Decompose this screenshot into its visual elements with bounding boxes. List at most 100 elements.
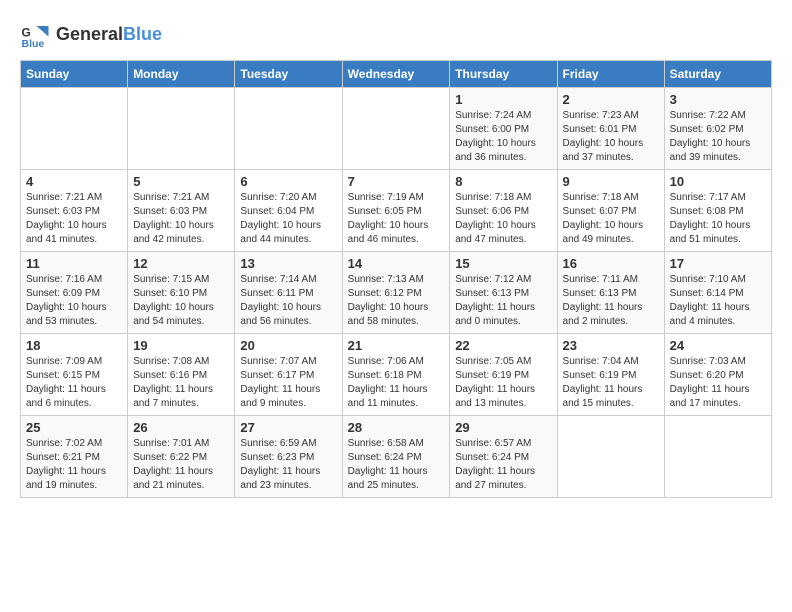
header-tuesday: Tuesday: [235, 61, 342, 88]
calendar-cell: 24 Sunrise: 7:03 AM Sunset: 6:20 PM Dayli…: [664, 334, 771, 416]
day-info: Sunrise: 7:07 AM Sunset: 6:17 PM Dayligh…: [240, 355, 336, 411]
logo-name: GeneralBlue: [56, 25, 162, 45]
day-number: 4: [26, 174, 122, 189]
day-info: Sunrise: 7:19 AM Sunset: 6:05 PM Dayligh…: [348, 191, 445, 247]
day-info: Sunrise: 6:59 AM Sunset: 6:23 PM Dayligh…: [240, 437, 336, 493]
day-info: Sunrise: 7:04 AM Sunset: 6:19 PM Dayligh…: [563, 355, 659, 411]
calendar-header-row: SundayMondayTuesdayWednesdayThursdayFrid…: [21, 61, 772, 88]
day-info: Sunrise: 7:09 AM Sunset: 6:15 PM Dayligh…: [26, 355, 122, 411]
calendar-cell: 15 Sunrise: 7:12 AM Sunset: 6:13 PM Dayli…: [450, 252, 557, 334]
day-info: Sunrise: 7:02 AM Sunset: 6:21 PM Dayligh…: [26, 437, 122, 493]
day-info: Sunrise: 7:21 AM Sunset: 6:03 PM Dayligh…: [133, 191, 229, 247]
header-saturday: Saturday: [664, 61, 771, 88]
day-number: 21: [348, 338, 445, 353]
day-info: Sunrise: 7:22 AM Sunset: 6:02 PM Dayligh…: [670, 109, 766, 165]
calendar-week-row: 11Sunrise: 7:16 AM Sunset: 6:09 PM Dayli…: [21, 252, 772, 334]
calendar-cell: 6 Sunrise: 7:20 AM Sunset: 6:04 PM Daylig…: [235, 170, 342, 252]
day-number: 27: [240, 420, 336, 435]
calendar-cell: [342, 88, 450, 170]
calendar-week-row: 25 Sunrise: 7:02 AM Sunset: 6:21 PM Dayli…: [21, 416, 772, 498]
calendar-cell: 12 Sunrise: 7:15 AM Sunset: 6:10 PM Dayli…: [128, 252, 235, 334]
logo-icon: G Blue: [20, 20, 50, 50]
calendar-cell: 3Sunrise: 7:22 AM Sunset: 6:02 PM Daylig…: [664, 88, 771, 170]
svg-text:Blue: Blue: [22, 38, 45, 50]
header-monday: Monday: [128, 61, 235, 88]
day-number: 19: [133, 338, 229, 353]
calendar-cell: 4 Sunrise: 7:21 AM Sunset: 6:03 PM Daylig…: [21, 170, 128, 252]
day-number: 23: [563, 338, 659, 353]
page-header: G Blue GeneralBlue: [20, 20, 772, 50]
day-info: Sunrise: 7:13 AM Sunset: 6:12 PM Dayligh…: [348, 273, 445, 329]
calendar-cell: [235, 88, 342, 170]
day-number: 25: [26, 420, 122, 435]
day-info: Sunrise: 7:01 AM Sunset: 6:22 PM Dayligh…: [133, 437, 229, 493]
day-number: 7: [348, 174, 445, 189]
day-number: 12: [133, 256, 229, 271]
day-number: 10: [670, 174, 766, 189]
calendar-cell: 7 Sunrise: 7:19 AM Sunset: 6:05 PM Daylig…: [342, 170, 450, 252]
day-number: 15: [455, 256, 551, 271]
calendar-table: SundayMondayTuesdayWednesdayThursdayFrid…: [20, 60, 772, 498]
day-number: 5: [133, 174, 229, 189]
calendar-week-row: 1 Sunrise: 7:24 AM Sunset: 6:00 PM Daylig…: [21, 88, 772, 170]
day-number: 26: [133, 420, 229, 435]
calendar-cell: 10 Sunrise: 7:17 AM Sunset: 6:08 PM Dayli…: [664, 170, 771, 252]
calendar-cell: [664, 416, 771, 498]
calendar-cell: 11Sunrise: 7:16 AM Sunset: 6:09 PM Dayli…: [21, 252, 128, 334]
day-number: 8: [455, 174, 551, 189]
logo: G Blue GeneralBlue: [20, 20, 162, 50]
calendar-cell: 5 Sunrise: 7:21 AM Sunset: 6:03 PM Daylig…: [128, 170, 235, 252]
calendar-cell: [557, 416, 664, 498]
day-info: Sunrise: 7:15 AM Sunset: 6:10 PM Dayligh…: [133, 273, 229, 329]
day-info: Sunrise: 7:18 AM Sunset: 6:07 PM Dayligh…: [563, 191, 659, 247]
day-info: Sunrise: 7:08 AM Sunset: 6:16 PM Dayligh…: [133, 355, 229, 411]
day-number: 13: [240, 256, 336, 271]
day-number: 29: [455, 420, 551, 435]
calendar-cell: 25 Sunrise: 7:02 AM Sunset: 6:21 PM Dayli…: [21, 416, 128, 498]
day-number: 11: [26, 256, 122, 271]
calendar-cell: 1 Sunrise: 7:24 AM Sunset: 6:00 PM Daylig…: [450, 88, 557, 170]
day-number: 17: [670, 256, 766, 271]
calendar-cell: [21, 88, 128, 170]
calendar-cell: 16 Sunrise: 7:11 AM Sunset: 6:13 PM Dayli…: [557, 252, 664, 334]
day-number: 1: [455, 92, 551, 107]
day-info: Sunrise: 7:20 AM Sunset: 6:04 PM Dayligh…: [240, 191, 336, 247]
day-info: Sunrise: 7:05 AM Sunset: 6:19 PM Dayligh…: [455, 355, 551, 411]
day-number: 20: [240, 338, 336, 353]
calendar-cell: 14 Sunrise: 7:13 AM Sunset: 6:12 PM Dayli…: [342, 252, 450, 334]
header-wednesday: Wednesday: [342, 61, 450, 88]
day-number: 6: [240, 174, 336, 189]
day-info: Sunrise: 7:11 AM Sunset: 6:13 PM Dayligh…: [563, 273, 659, 329]
header-sunday: Sunday: [21, 61, 128, 88]
calendar-cell: 17 Sunrise: 7:10 AM Sunset: 6:14 PM Dayli…: [664, 252, 771, 334]
day-info: Sunrise: 7:24 AM Sunset: 6:00 PM Dayligh…: [455, 109, 551, 165]
day-number: 14: [348, 256, 445, 271]
day-number: 2: [563, 92, 659, 107]
calendar-cell: [128, 88, 235, 170]
header-thursday: Thursday: [450, 61, 557, 88]
day-info: Sunrise: 7:10 AM Sunset: 6:14 PM Dayligh…: [670, 273, 766, 329]
calendar-cell: 21 Sunrise: 7:06 AM Sunset: 6:18 PM Dayli…: [342, 334, 450, 416]
day-info: Sunrise: 7:12 AM Sunset: 6:13 PM Dayligh…: [455, 273, 551, 329]
calendar-cell: 29Sunrise: 6:57 AM Sunset: 6:24 PM Dayli…: [450, 416, 557, 498]
day-info: Sunrise: 7:21 AM Sunset: 6:03 PM Dayligh…: [26, 191, 122, 247]
day-info: Sunrise: 7:17 AM Sunset: 6:08 PM Dayligh…: [670, 191, 766, 247]
calendar-cell: 19 Sunrise: 7:08 AM Sunset: 6:16 PM Dayli…: [128, 334, 235, 416]
calendar-cell: 18 Sunrise: 7:09 AM Sunset: 6:15 PM Dayli…: [21, 334, 128, 416]
day-info: Sunrise: 7:14 AM Sunset: 6:11 PM Dayligh…: [240, 273, 336, 329]
day-info: Sunrise: 7:06 AM Sunset: 6:18 PM Dayligh…: [348, 355, 445, 411]
day-info: Sunrise: 7:23 AM Sunset: 6:01 PM Dayligh…: [563, 109, 659, 165]
header-friday: Friday: [557, 61, 664, 88]
calendar-cell: 26 Sunrise: 7:01 AM Sunset: 6:22 PM Dayli…: [128, 416, 235, 498]
day-number: 18: [26, 338, 122, 353]
calendar-cell: 22 Sunrise: 7:05 AM Sunset: 6:19 PM Dayli…: [450, 334, 557, 416]
day-number: 28: [348, 420, 445, 435]
day-number: 16: [563, 256, 659, 271]
calendar-week-row: 18 Sunrise: 7:09 AM Sunset: 6:15 PM Dayli…: [21, 334, 772, 416]
calendar-cell: 28Sunrise: 6:58 AM Sunset: 6:24 PM Dayli…: [342, 416, 450, 498]
calendar-cell: 27 Sunrise: 6:59 AM Sunset: 6:23 PM Dayli…: [235, 416, 342, 498]
day-info: Sunrise: 7:03 AM Sunset: 6:20 PM Dayligh…: [670, 355, 766, 411]
day-number: 24: [670, 338, 766, 353]
day-number: 22: [455, 338, 551, 353]
calendar-week-row: 4 Sunrise: 7:21 AM Sunset: 6:03 PM Daylig…: [21, 170, 772, 252]
